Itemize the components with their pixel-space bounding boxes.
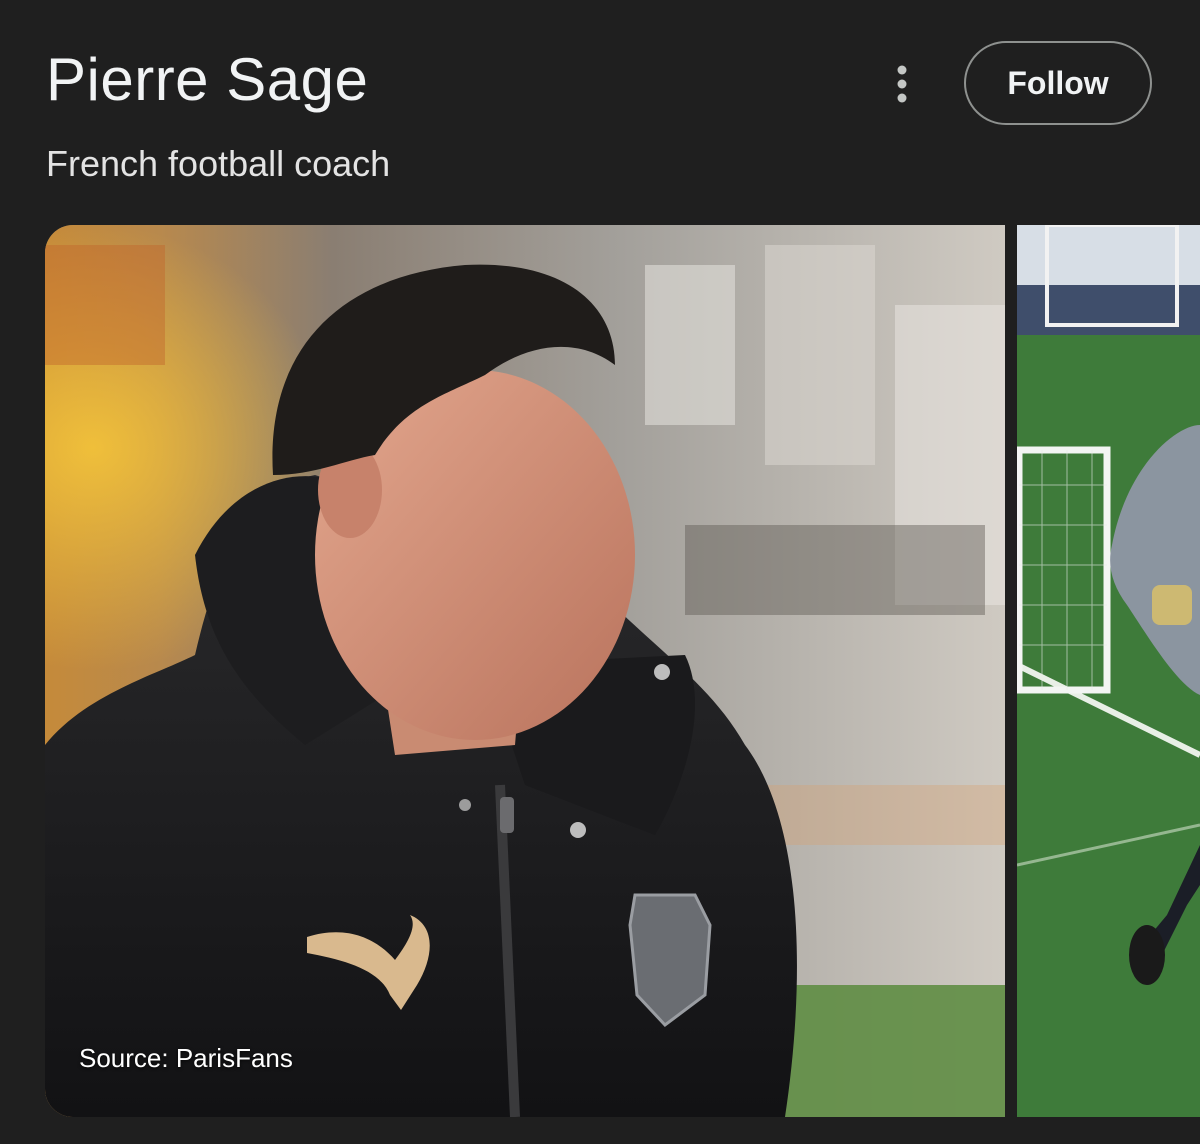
knowledge-panel: Pierre Sage French football coach Follow: [0, 0, 1200, 1144]
image-card-main[interactable]: Source: ParisFans: [45, 225, 1005, 1117]
coach-photo: [45, 225, 1005, 1117]
entity-subtitle: French football coach: [46, 143, 391, 184]
image-source-label: Source: ParisFans: [79, 1043, 293, 1073]
more-vert-icon: [897, 65, 907, 103]
follow-button[interactable]: Follow: [964, 41, 1152, 125]
more-options-button[interactable]: [872, 54, 932, 114]
image-card-secondary[interactable]: [1017, 225, 1200, 1117]
training-photo: [1017, 225, 1200, 1117]
page-title: Pierre Sage: [46, 46, 369, 113]
